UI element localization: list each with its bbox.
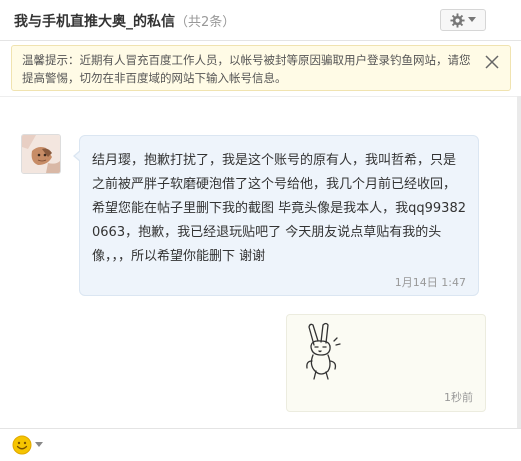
caret-down-icon [468,17,476,22]
conversation-header: 我与手机直推大奥_的私信（共2条） [0,0,521,41]
scrollbar[interactable] [517,96,521,428]
outgoing-message: 1秒前 [286,314,486,412]
emoji-button[interactable] [12,434,44,456]
rabbit-sticker-icon [306,322,341,380]
gear-icon [450,12,465,28]
incoming-message: 结月璎，抱歉打扰了，我是这个账号的原有人，我叫哲希，只是之前被严胖子软磨硬泡借了… [73,135,479,296]
caret-down-icon [35,442,43,447]
settings-button[interactable] [440,9,486,31]
message-time: 1秒前 [444,391,473,404]
message-text: 结月璎，抱歉打扰了，我是这个账号的原有人，我叫哲希，只是之前被严胖子软磨硬泡借了… [92,153,466,264]
title-text: 我与手机直推大奥_的私信 [14,14,175,30]
composer-toolbar [0,428,521,461]
notice-text: 温馨提示：近期有人冒充百度工作人员，以帐号被封等原因骗取用户登录钓鱼网站，请您提… [22,53,471,85]
smiley-face-icon [12,435,32,455]
message-time: 1月14日 1:47 [394,276,466,289]
close-icon[interactable] [484,54,500,70]
conversation-title: 我与手机直推大奥_的私信（共2条） [14,11,235,31]
message-count: （共2条） [175,15,236,30]
security-notice: 温馨提示：近期有人冒充百度工作人员，以帐号被封等原因骗取用户登录钓鱼网站，请您提… [11,45,511,91]
avatar[interactable] [21,134,61,174]
